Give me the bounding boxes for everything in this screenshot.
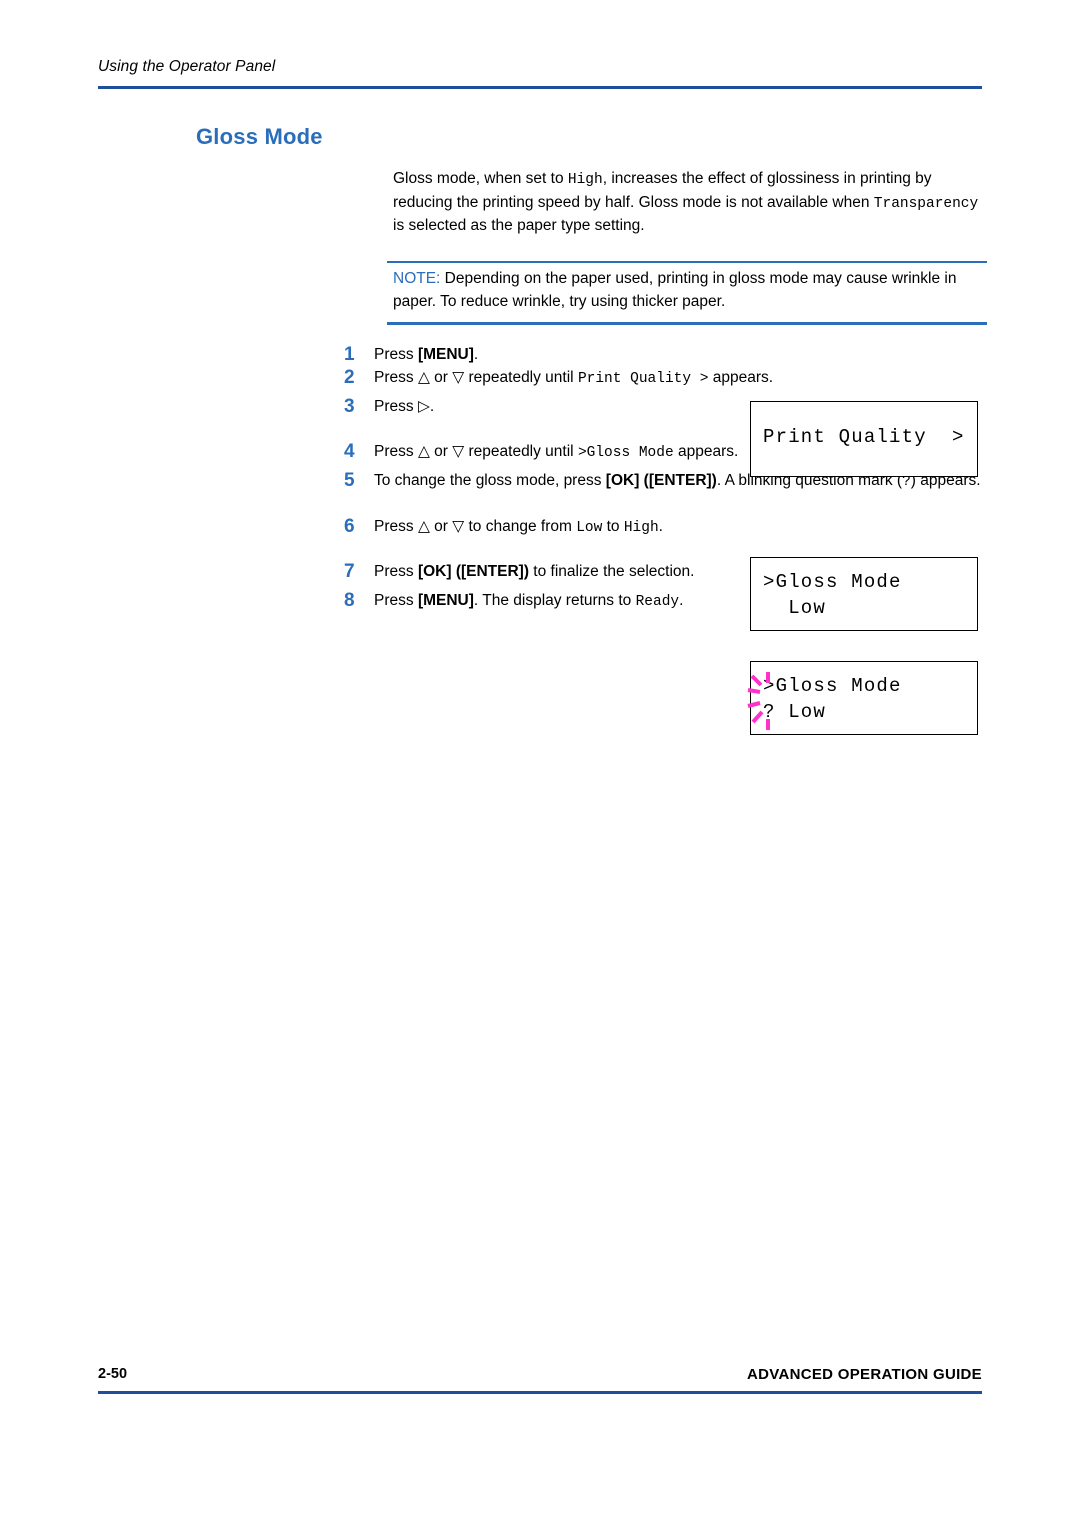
step-text: Press △ or ▽ to change from Low to High.: [374, 516, 990, 540]
step-text-fragment: To change the gloss mode, press: [374, 472, 606, 489]
step-number: 2: [344, 366, 355, 388]
step-text: Press [MENU].: [374, 344, 990, 367]
step-text-fragment: .: [473, 346, 479, 363]
step-text-fragment: ▽: [452, 442, 465, 460]
step-text-fragment: to change from: [464, 517, 577, 535]
step-text-fragment: or: [429, 368, 453, 386]
step-text: Press △ or ▽ repeatedly until Print Qual…: [374, 367, 990, 391]
note-bottom-divider: [387, 322, 987, 325]
lcd-panel-gloss-mode-blinking: >Gloss Mode ? Low: [750, 661, 978, 735]
step-text-fragment: [MENU]: [417, 346, 474, 363]
lcd-line-print-quality: Print Quality >: [763, 426, 965, 448]
intro-code-transparency: Transparency: [873, 195, 979, 212]
step-text-fragment: Press: [374, 442, 418, 460]
step-text-fragment: Low: [576, 519, 603, 536]
step-text-fragment: .: [679, 591, 684, 609]
step-text-fragment: >Gloss Mode: [577, 444, 674, 461]
step-item: 6 Press △ or ▽ to change from Low to High…: [340, 516, 990, 540]
step-text-fragment: ▽: [452, 368, 465, 386]
lcd-line-gloss-blink-2: ? Low: [763, 701, 827, 723]
step-text-fragment: . The display returns to: [473, 591, 636, 609]
step-text-fragment: to finalize the selection.: [529, 563, 695, 580]
footer-divider: [98, 1391, 982, 1394]
step-text-fragment: to: [602, 517, 624, 535]
note-label: NOTE:: [393, 270, 441, 287]
step-text-fragment: Press: [374, 368, 418, 386]
footer-guide-title: ADVANCED OPERATION GUIDE: [747, 1366, 982, 1383]
step-text-fragment: .: [429, 398, 435, 415]
intro-text-part3: is selected as the paper type setting.: [393, 217, 645, 234]
step-number: 1: [344, 344, 355, 365]
step-text-fragment: [OK] ([ENTER]): [417, 563, 529, 580]
header-title: Using the Operator Panel: [98, 58, 276, 75]
step-text-fragment: Press: [374, 591, 418, 609]
lcd-panel-gloss-mode: >Gloss Mode Low: [750, 557, 978, 631]
step-text-fragment: Ready: [635, 593, 680, 610]
step-item: 1 Press [MENU].: [340, 344, 990, 367]
step-text-fragment: repeatedly until: [464, 442, 578, 460]
page-title: Gloss Mode: [196, 124, 323, 149]
step-item: 2 Press △ or ▽ repeatedly until Print Qua…: [340, 367, 990, 391]
step-number: 7: [344, 561, 355, 582]
step-text-fragment: [MENU]: [417, 591, 474, 609]
step-text-fragment: appears.: [708, 368, 774, 386]
lcd-line-gloss-blink-1: >Gloss Mode: [763, 675, 902, 697]
lcd-line-gloss-mode-1: >Gloss Mode: [763, 571, 902, 593]
page-header: Using the Operator Panel: [98, 58, 982, 76]
step-text-fragment: ▷: [417, 398, 430, 415]
step-number: 3: [344, 396, 355, 417]
lcd-line-gloss-mode-2: Low: [763, 597, 827, 619]
step-text-fragment: appears.: [673, 442, 739, 460]
step-number: 5: [344, 470, 355, 491]
intro-code-high: High: [567, 172, 603, 188]
step-number: 8: [344, 589, 355, 611]
step-text-fragment: High: [623, 519, 659, 536]
intro-paragraph: Gloss mode, when set to High, increases …: [393, 168, 987, 238]
step-text-fragment: Print Quality >: [577, 370, 709, 387]
step-text-fragment: Press: [374, 563, 418, 580]
intro-text-part1: Gloss mode, when set to: [393, 170, 568, 187]
note-text: Depending on the paper used, printing in…: [393, 270, 957, 310]
step-number: 6: [344, 515, 355, 537]
step-text-fragment: ▽: [452, 517, 465, 535]
lcd-panel-print-quality: Print Quality >: [750, 401, 978, 477]
step-text-fragment: or: [429, 442, 453, 460]
step-number: 4: [344, 440, 355, 462]
step-text-fragment: repeatedly until: [464, 368, 578, 386]
note-box: NOTE: Depending on the paper used, print…: [393, 268, 987, 313]
step-text-fragment: Press: [374, 517, 418, 535]
step-text-fragment: [OK] ([ENTER]): [605, 472, 717, 489]
step-text-fragment: △: [417, 517, 430, 535]
header-divider: [98, 86, 982, 89]
step-text-fragment: .: [658, 517, 663, 535]
step-text-fragment: or: [429, 517, 453, 535]
step-text-fragment: △: [417, 442, 430, 460]
note-top-divider: [387, 261, 987, 263]
step-text-fragment: Press: [374, 398, 418, 415]
step-text-fragment: △: [417, 368, 430, 386]
step-text-fragment: Press: [374, 346, 418, 363]
